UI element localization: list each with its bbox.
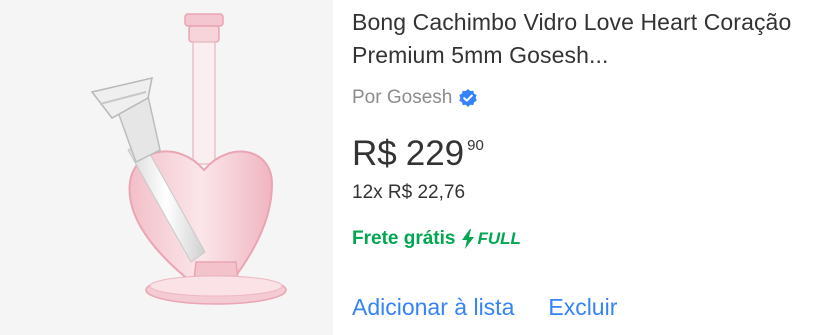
full-badge: FULL bbox=[461, 229, 521, 249]
verified-icon bbox=[459, 89, 478, 107]
price-currency: R$ bbox=[352, 134, 397, 173]
remove-link[interactable]: Excluir bbox=[548, 294, 617, 321]
free-shipping-label: Frete grátis bbox=[352, 228, 456, 249]
price-integer: 229 bbox=[405, 134, 465, 173]
price: R$ 229 90 bbox=[352, 134, 484, 174]
seller-name: Por Gosesh bbox=[352, 87, 453, 108]
installments: 12x R$ 22,76 bbox=[352, 182, 466, 203]
lightning-icon bbox=[462, 229, 475, 249]
product-image[interactable] bbox=[0, 0, 333, 335]
shipping-row: Frete grátis FULL bbox=[352, 228, 521, 250]
product-actions: Adicionar à lista Excluir bbox=[352, 294, 617, 321]
seller-row: Por Gosesh bbox=[352, 87, 478, 109]
product-title[interactable]: Bong Cachimbo Vidro Love Heart Coração P… bbox=[352, 6, 812, 72]
product-card: Bong Cachimbo Vidro Love Heart Coração P… bbox=[0, 0, 828, 335]
add-to-list-link[interactable]: Adicionar à lista bbox=[352, 294, 514, 321]
price-cents: 90 bbox=[467, 137, 484, 154]
glass-heart-bong-image bbox=[90, 13, 287, 305]
product-info: Bong Cachimbo Vidro Love Heart Coração P… bbox=[352, 6, 812, 320]
full-badge-label: FULL bbox=[477, 229, 521, 248]
